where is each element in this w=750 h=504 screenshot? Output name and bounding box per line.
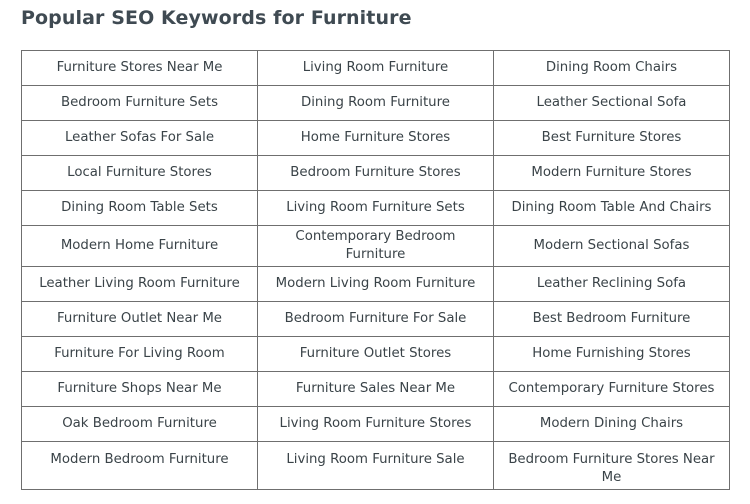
table-row: Furniture Shops Near Me Furniture Sales … [21,370,731,407]
keyword-table: Furniture Stores Near Me Living Room Fur… [21,50,731,490]
page-title: Popular SEO Keywords for Furniture [21,7,412,29]
keyword-cell: Dining Room Table Sets [21,190,258,226]
keyword-cell: Modern Sectional Sofas [492,225,731,267]
table-row: Modern Bedroom Furniture Living Room Fur… [21,440,731,490]
keyword-cell: Modern Living Room Furniture [256,265,494,302]
keyword-cell: Furniture Outlet Near Me [21,300,258,337]
keyword-cell: Best Furniture Stores [492,120,731,156]
keyword-cell: Leather Reclining Sofa [492,265,731,302]
keyword-cell: Contemporary Bedroom Furniture [256,225,494,267]
keyword-cell: Leather Living Room Furniture [21,265,258,302]
keyword-cell: Bedroom Furniture For Sale [256,300,494,337]
keyword-cell: Dining Room Furniture [256,85,494,121]
keyword-cell: Furniture Outlet Stores [256,335,494,372]
keyword-cell: Home Furniture Stores [256,120,494,156]
table-row: Bedroom Furniture Sets Dining Room Furni… [21,85,731,121]
table-row: Leather Sofas For Sale Home Furniture St… [21,120,731,156]
table-row: Furniture For Living Room Furniture Outl… [21,335,731,372]
keyword-cell: Furniture For Living Room [21,335,258,372]
table-row: Dining Room Table Sets Living Room Furni… [21,190,731,226]
keyword-cell: Best Bedroom Furniture [492,300,731,337]
keyword-cell: Bedroom Furniture Sets [21,85,258,121]
table-row: Modern Home Furniture Contemporary Bedro… [21,225,731,267]
keyword-cell: Dining Room Chairs [492,50,731,86]
keyword-cell: Leather Sectional Sofa [492,85,731,121]
keyword-cell: Modern Home Furniture [21,225,258,267]
keyword-cell: Furniture Sales Near Me [256,370,494,407]
table-row: Oak Bedroom Furniture Living Room Furnit… [21,405,731,442]
keyword-cell: Home Furnishing Stores [492,335,731,372]
table-row: Leather Living Room Furniture Modern Liv… [21,265,731,302]
keyword-table-body: Furniture Stores Near Me Living Room Fur… [21,50,731,490]
keyword-cell: Modern Furniture Stores [492,155,731,191]
keyword-cell: Living Room Furniture Sale [256,440,494,490]
keyword-table-container: Furniture Stores Near Me Living Room Fur… [21,50,731,490]
keyword-cell: Bedroom Furniture Stores Near Me [492,440,731,490]
keyword-cell: Furniture Stores Near Me [21,50,258,86]
keyword-cell: Local Furniture Stores [21,155,258,191]
page-container: Popular SEO Keywords for Furniture Furni… [0,0,750,504]
keyword-cell: Contemporary Furniture Stores [492,370,731,407]
keyword-cell: Leather Sofas For Sale [21,120,258,156]
keyword-cell: Living Room Furniture [256,50,494,86]
keyword-cell: Dining Room Table And Chairs [492,190,731,226]
keyword-cell: Modern Bedroom Furniture [21,440,258,490]
keyword-cell: Oak Bedroom Furniture [21,405,258,442]
keyword-cell: Furniture Shops Near Me [21,370,258,407]
table-row: Furniture Stores Near Me Living Room Fur… [21,50,731,86]
table-row: Furniture Outlet Near Me Bedroom Furnitu… [21,300,731,337]
keyword-cell: Bedroom Furniture Stores [256,155,494,191]
table-row: Local Furniture Stores Bedroom Furniture… [21,155,731,191]
keyword-cell: Modern Dining Chairs [492,405,731,442]
keyword-cell: Living Room Furniture Sets [256,190,494,226]
keyword-cell: Living Room Furniture Stores [256,405,494,442]
